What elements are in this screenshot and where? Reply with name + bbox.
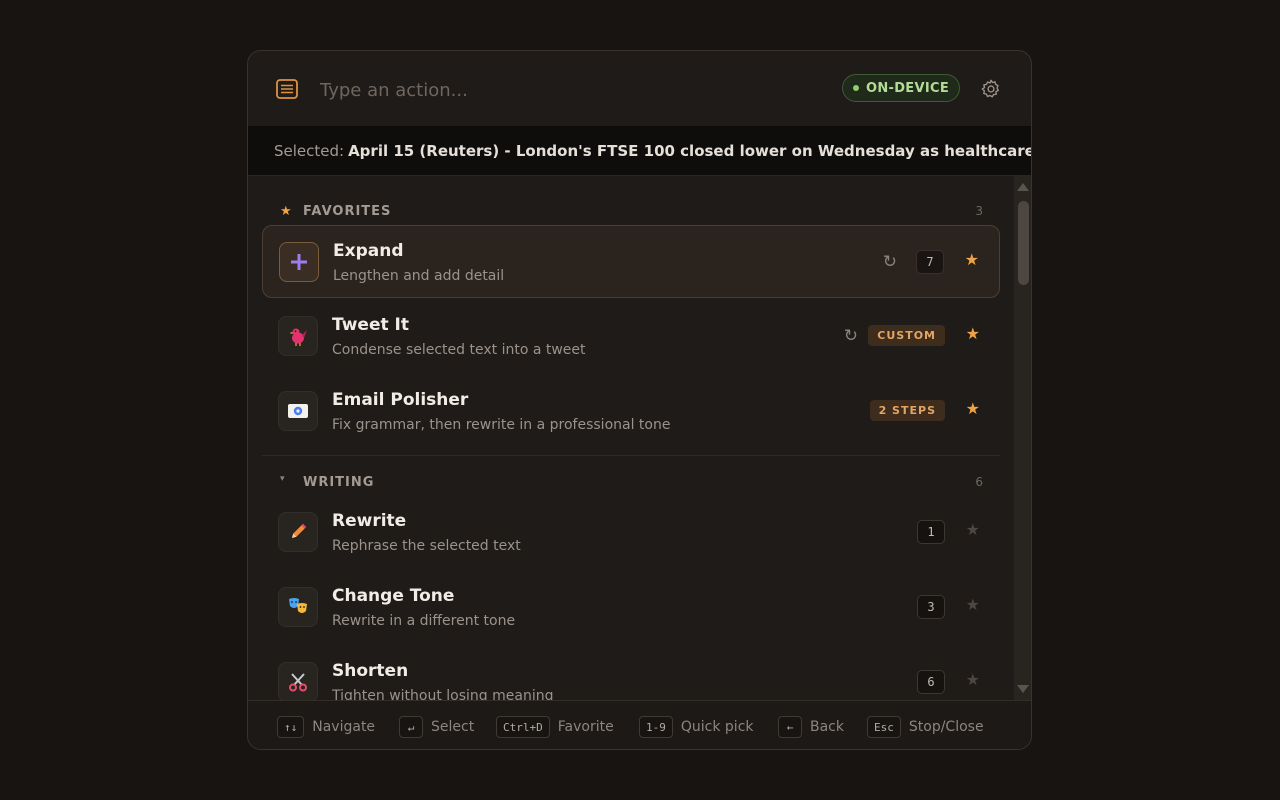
writing-section-header[interactable]: ▾ WRITING 6 [262,474,1000,494]
bird-icon [278,316,318,356]
status-dot-icon [852,85,859,91]
shortcut-key: 3 [917,595,945,619]
action-row-tweet-it[interactable]: Tweet It Condense selected text into a t… [262,300,1000,373]
shortcut-key: 6 [917,670,945,694]
shortcut-key: 7 [916,250,944,274]
action-row-email-polisher[interactable]: Email Polisher Fix grammar, then rewrite… [262,375,1000,448]
hint-quick-pick: 1-9 Quick pick [639,715,754,739]
keyboard-icon [276,79,298,99]
section-divider [262,455,1000,456]
action-search-input[interactable] [318,75,822,105]
writing-section-title: WRITING [303,475,375,490]
action-row-change-tone[interactable]: Change Tone Rewrite in a different tone … [262,571,1000,644]
favorites-section-header[interactable]: ★ FAVORITES 3 [262,203,1000,223]
scissors-icon [278,662,318,700]
hint-label: Navigate [312,719,376,735]
selected-text-bar: Selected: April 15 (Reuters) - London's … [248,126,1031,176]
action-title: Change Tone [332,586,455,606]
action-subtitle: Condense selected text into a tweet [332,342,586,358]
hint-key: Esc [867,716,901,738]
email-icon [278,391,318,431]
hint-navigate: ↑↓ Navigate [277,715,375,739]
scroll-down-arrow-icon[interactable] [1017,685,1029,693]
scrollbar-thumb[interactable] [1018,201,1029,285]
favorite-star-icon[interactable]: ★ [966,324,980,343]
steps-tag: 2 STEPS [869,400,945,421]
palette-header: ON-DEVICE [248,51,1031,127]
action-title: Rewrite [332,511,407,531]
hint-label: Select [431,719,475,735]
shortcut-key: 1 [917,520,945,544]
action-subtitle: Tighten without losing meaning [332,688,554,700]
scroll-up-arrow-icon[interactable] [1017,183,1029,191]
favorites-section-title: FAVORITES [303,204,392,219]
hint-key: 1-9 [639,716,673,738]
selected-label: Selected: [274,141,345,160]
favorites-count: 3 [975,204,983,218]
action-title: Tweet It [332,315,409,335]
hint-key: ↵ [399,716,423,738]
action-palette: ON-DEVICE Selected: April 15 (Reuters) -… [247,50,1032,750]
collapse-chevron-icon[interactable]: ▾ [280,474,286,484]
hint-favorite: Ctrl+D Favorite [496,715,614,739]
hint-back: ← Back [778,715,844,739]
hint-stop-close: Esc Stop/Close [867,715,984,739]
list-scrollbar[interactable] [1014,176,1031,700]
action-row-expand[interactable]: Expand Lengthen and add detail ↻ 7 ★ [262,225,1000,298]
action-title: Shorten [332,661,409,681]
writing-count: 6 [975,475,983,489]
hint-key: Ctrl+D [496,716,550,738]
refresh-icon[interactable]: ↻ [883,252,897,272]
action-row-shorten[interactable]: Shorten Tighten without losing meaning 6… [262,646,1000,700]
hint-label: Quick pick [680,719,754,735]
hint-label: Back [810,719,844,735]
selected-text-preview: April 15 (Reuters) - London's FTSE 100 c… [348,141,1032,160]
action-title: Expand [333,241,404,261]
action-title: Email Polisher [332,390,469,410]
action-subtitle: Rewrite in a different tone [332,613,516,629]
action-subtitle: Lengthen and add detail [333,268,505,284]
keyboard-hints-footer: ↑↓ Navigate ↵ Select Ctrl+D Favorite 1-9… [248,700,1031,749]
action-row-rewrite[interactable]: Rewrite Rephrase the selected text 1 ★ [262,496,1000,569]
refresh-icon[interactable]: ↻ [844,326,858,346]
action-subtitle: Rephrase the selected text [332,538,521,554]
favorite-star-icon[interactable]: ★ [966,520,980,539]
theater-masks-icon [278,587,318,627]
hint-key: ← [778,716,802,738]
favorite-star-icon[interactable]: ★ [966,595,980,614]
pencil-icon [278,512,318,552]
plus-icon [279,242,319,282]
favorite-star-icon[interactable]: ★ [966,670,980,689]
on-device-label: ON-DEVICE [865,80,950,96]
star-icon: ★ [280,204,293,219]
custom-tag: CUSTOM [868,325,945,346]
hint-key: ↑↓ [277,716,305,738]
settings-gear-icon[interactable] [980,78,1002,100]
favorite-star-icon[interactable]: ★ [965,250,979,269]
hint-label: Favorite [557,719,614,735]
favorite-star-icon[interactable]: ★ [966,399,980,418]
hint-select: ↵ Select [399,715,474,739]
action-subtitle: Fix grammar, then rewrite in a professio… [332,417,671,433]
action-list: ★ FAVORITES 3 Expand Lengthen and add de… [248,176,1014,700]
hint-label: Stop/Close [908,719,984,735]
on-device-badge: ON-DEVICE [842,74,960,102]
